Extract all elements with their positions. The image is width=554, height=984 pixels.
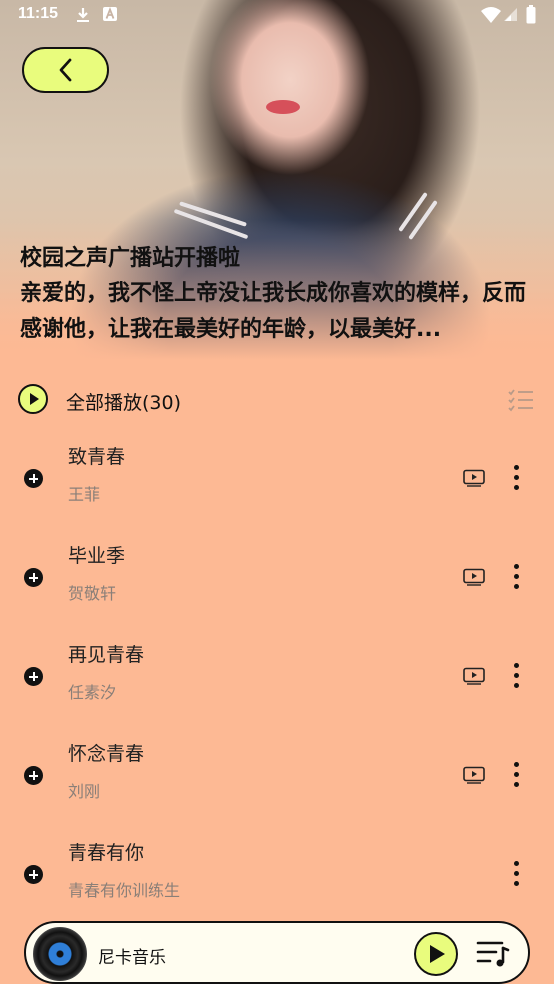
song-artist: 王菲 bbox=[68, 485, 101, 504]
song-row[interactable]: 青春有你青春有你训练生 bbox=[0, 832, 554, 931]
add-circle-icon[interactable] bbox=[24, 469, 43, 488]
song-title: 致青春 bbox=[68, 446, 126, 468]
mv-video-icon[interactable] bbox=[463, 667, 485, 685]
song-row[interactable]: 怀念青春 刘刚 bbox=[0, 733, 554, 832]
song-row[interactable]: 毕业季 贺敬轩 bbox=[0, 535, 554, 634]
song-title: 毕业季 bbox=[68, 545, 126, 567]
song-title: 再见青春 bbox=[68, 644, 145, 666]
mv-video-icon[interactable] bbox=[463, 568, 485, 586]
mv-video-icon[interactable] bbox=[463, 469, 485, 487]
play-all-row[interactable]: 全部播放(30) bbox=[18, 384, 534, 416]
playlist-description[interactable]: 亲爱的，我不怪上帝没让我长成你喜欢的模样，反而感谢他，让我在最美好的年龄，以最美… bbox=[20, 276, 535, 348]
add-circle-icon[interactable] bbox=[24, 766, 43, 785]
add-circle-icon[interactable] bbox=[24, 667, 43, 686]
play-icon bbox=[430, 945, 445, 963]
now-playing-title: 尼卡音乐 bbox=[98, 948, 166, 968]
more-options-icon[interactable] bbox=[507, 761, 527, 789]
more-options-icon[interactable] bbox=[507, 464, 527, 492]
song-artist: 青春有你训练生 bbox=[68, 881, 181, 900]
song-row[interactable]: 再见青春 任素汐 bbox=[0, 634, 554, 733]
wifi-icon bbox=[481, 7, 501, 23]
song-title: 青春有你 bbox=[68, 842, 145, 864]
multi-select-icon[interactable] bbox=[508, 387, 534, 413]
song-artist: 任素汐 bbox=[68, 683, 117, 702]
song-artist: 刘刚 bbox=[68, 782, 101, 801]
mini-player[interactable]: 尼卡音乐 bbox=[24, 921, 530, 984]
add-circle-icon[interactable] bbox=[24, 865, 43, 884]
chevron-left-icon bbox=[59, 58, 71, 82]
playlist-title: 校园之声广播站开播啦 bbox=[20, 246, 241, 271]
play-all-button[interactable] bbox=[18, 384, 48, 414]
more-options-icon[interactable] bbox=[507, 662, 527, 690]
status-bar: 11:15 bbox=[0, 0, 554, 30]
add-circle-icon[interactable] bbox=[24, 568, 43, 587]
download-icon bbox=[77, 8, 89, 22]
mv-video-icon[interactable] bbox=[463, 766, 485, 784]
song-artist: 贺敬轩 bbox=[68, 584, 117, 603]
playlist-queue-icon[interactable] bbox=[476, 940, 510, 968]
back-button[interactable] bbox=[22, 47, 109, 93]
a-icon bbox=[103, 7, 117, 21]
player-play-button[interactable] bbox=[414, 932, 458, 976]
more-options-icon[interactable] bbox=[507, 860, 527, 888]
album-disc-icon[interactable] bbox=[33, 927, 87, 981]
battery-icon bbox=[526, 5, 536, 24]
song-title: 怀念青春 bbox=[68, 743, 145, 765]
status-time: 11:15 bbox=[18, 5, 59, 22]
more-options-icon[interactable] bbox=[507, 563, 527, 591]
play-all-label: 全部播放(30) bbox=[66, 392, 182, 414]
signal-icon bbox=[504, 8, 517, 21]
song-row[interactable]: 致青春 王菲 bbox=[0, 436, 554, 535]
play-icon bbox=[30, 393, 39, 405]
